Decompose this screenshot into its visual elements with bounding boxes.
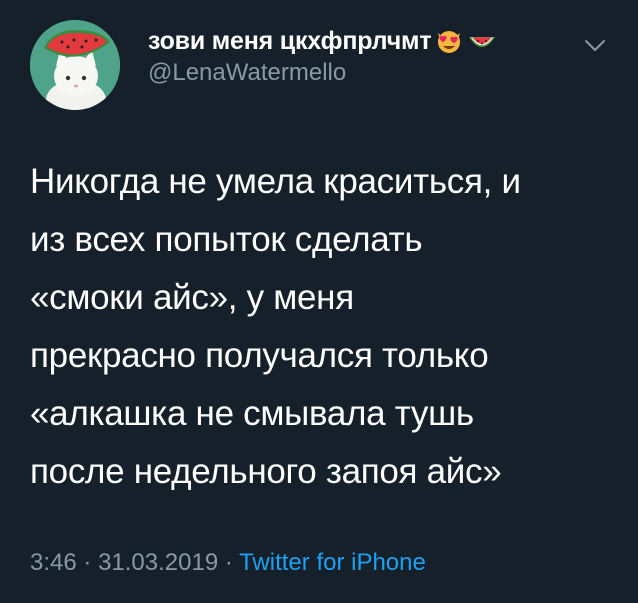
avatar-image bbox=[30, 20, 120, 110]
meta-separator: · bbox=[83, 549, 92, 576]
tweet-header: зови меня цкхфпрлчмт @LenaWatermello bbox=[30, 20, 620, 110]
tweet-date[interactable]: 31.03.2019 bbox=[98, 549, 218, 576]
watermelon-icon bbox=[467, 27, 496, 55]
tweet-source-link[interactable]: Twitter for iPhone bbox=[239, 549, 426, 576]
tweet-card: зови меня цкхфпрлчмт @LenaWatermello Ник… bbox=[0, 0, 638, 603]
user-handle[interactable]: @LenaWatermello bbox=[148, 58, 588, 88]
avatar[interactable] bbox=[30, 20, 120, 110]
user-identity: зови меня цкхфпрлчмт @LenaWatermello bbox=[148, 26, 588, 88]
tweet-text: Никогда не умела краситься, и из всех по… bbox=[30, 162, 521, 491]
chevron-down-icon[interactable] bbox=[582, 32, 608, 58]
tweet-meta: 3:46 · 31.03.2019 · Twitter for iPhone bbox=[30, 546, 426, 580]
tweet-time[interactable]: 3:46 bbox=[30, 549, 77, 576]
meta-separator: · bbox=[224, 549, 233, 576]
display-name[interactable]: зови меня цкхфпрлчмт bbox=[148, 26, 432, 56]
smiling-cat-heart-eyes-icon bbox=[435, 27, 463, 55]
display-name-row[interactable]: зови меня цкхфпрлчмт bbox=[148, 26, 588, 56]
